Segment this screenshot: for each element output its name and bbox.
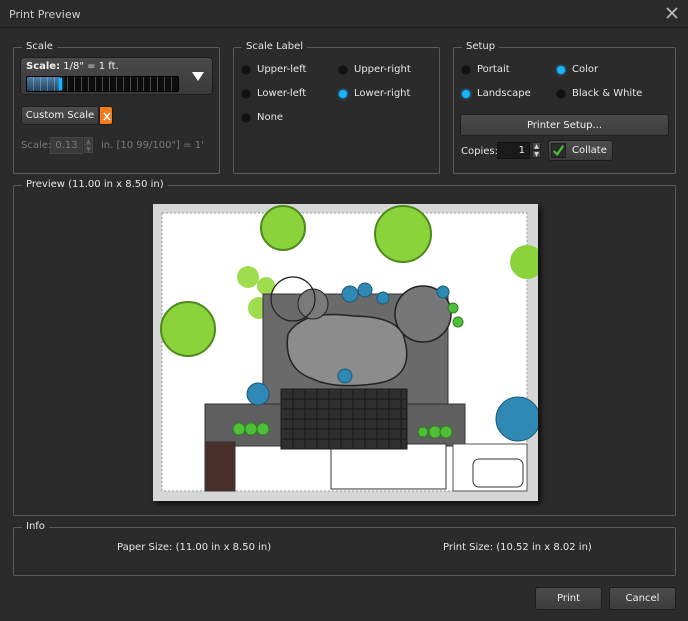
scale-slider[interactable]: [26, 76, 179, 92]
dropdown-arrow-icon[interactable]: [192, 72, 204, 81]
close-icon[interactable]: [664, 5, 680, 21]
paper-size-text: Paper Size: (11.00 in x 8.50 in): [117, 542, 272, 553]
preview-page: [153, 204, 544, 501]
radio-dot: [339, 89, 347, 98]
radio-lower-left[interactable]: Lower-left: [242, 88, 306, 99]
stepper-up-icon[interactable]: ▲: [84, 137, 93, 145]
radio-dot: [242, 65, 250, 74]
setup-legend: Setup: [462, 41, 500, 52]
stepper-down-icon[interactable]: ▼: [84, 145, 93, 153]
title-bar: Print Preview: [0, 0, 688, 28]
stepper-up-icon[interactable]: ▲: [532, 142, 541, 150]
print-button[interactable]: Print: [535, 587, 602, 610]
radio-dot: [242, 89, 250, 98]
radio-upper-right[interactable]: Upper-right: [339, 64, 411, 75]
custom-scale-suffix: in. [10 99/100"] = 1': [101, 140, 204, 151]
radio-landscape[interactable]: Landscape: [462, 88, 531, 99]
scale-group-legend: Scale: [22, 41, 57, 52]
printer-setup-button[interactable]: Printer Setup...: [460, 114, 669, 136]
radio-dot: [557, 65, 565, 74]
collate-checkbox[interactable]: Collate: [548, 140, 613, 161]
info-legend: Info: [22, 521, 49, 532]
scale-slider-ticks: [27, 77, 178, 91]
custom-scale-label: Custom Scale: [25, 110, 95, 121]
radio-dot: [462, 65, 470, 74]
preview-legend: Preview (11.00 in x 8.50 in): [22, 179, 168, 190]
custom-scale-stepper[interactable]: ▲ ▼: [84, 137, 93, 153]
copies-label: Copies:: [461, 146, 498, 157]
radio-black-white[interactable]: Black & White: [557, 88, 642, 99]
radio-lower-right[interactable]: Lower-right: [339, 88, 410, 99]
stepper-down-icon[interactable]: ▼: [532, 150, 541, 158]
check-icon: [551, 143, 566, 158]
copies-stepper[interactable]: ▲ ▼: [532, 142, 541, 158]
custom-scale-remove-icon[interactable]: [99, 106, 113, 125]
custom-scale-input[interactable]: 0.13: [50, 137, 83, 154]
cancel-button[interactable]: Cancel: [609, 587, 676, 610]
radio-color[interactable]: Color: [557, 64, 598, 75]
custom-scale-button[interactable]: Custom Scale: [21, 106, 99, 125]
radio-dot: [242, 113, 250, 122]
scale-dropdown[interactable]: Scale: 1/8" = 1 ft.: [20, 57, 213, 95]
radio-upper-left[interactable]: Upper-left: [242, 64, 306, 75]
radio-dot: [462, 89, 470, 98]
radio-portrait[interactable]: Portait: [462, 64, 510, 75]
radio-none[interactable]: None: [242, 112, 283, 123]
custom-scale-field-label: Scale:: [21, 140, 52, 151]
radio-dot: [339, 65, 347, 74]
copies-input[interactable]: 1: [497, 142, 530, 159]
scale-dropdown-label: Scale: 1/8" = 1 ft.: [26, 61, 119, 72]
radio-dot: [557, 89, 565, 98]
scale-label-legend: Scale Label: [242, 41, 308, 52]
site-plan-image: [160, 205, 544, 492]
scale-slider-thumb[interactable]: [59, 78, 63, 90]
window-title: Print Preview: [9, 8, 81, 21]
print-size-text: Print Size: (10.52 in x 8.02 in): [443, 542, 592, 553]
